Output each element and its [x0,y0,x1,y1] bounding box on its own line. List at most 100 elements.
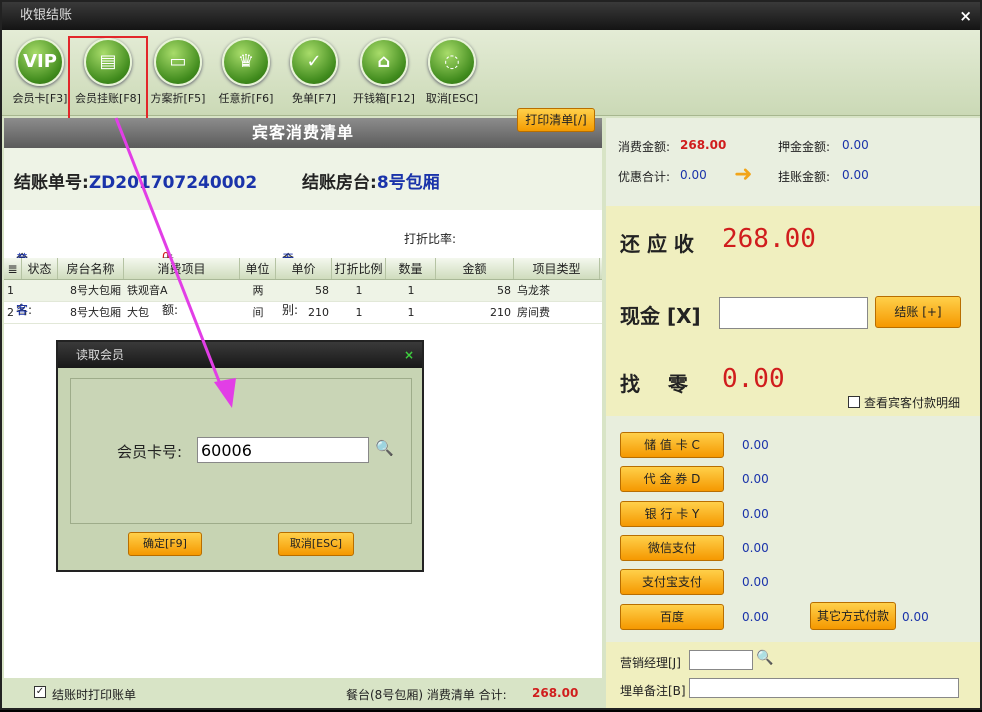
cell-status [22,280,58,301]
cell-amount: 210 [490,306,511,319]
bill-number: ZD201707240002 [88,173,258,193]
receivable-label: 还 应 收 [620,232,694,256]
table-header: ≣ 状态 房台名称 消费项目 单位 单价 打折比例 数量 金额 项目类型 [4,258,602,280]
free-bill-button[interactable]: ✓ 免单[F7] [278,38,350,106]
note-label: 埋单备注[B] [620,684,686,698]
col-room: 房台名称 [58,258,124,279]
confirm-button[interactable]: 确定[F9] [128,532,202,556]
bill-number-label: 结账单号: [14,173,89,193]
view-detail-label: 查看宾客付款明细 [864,396,961,410]
wechat-pay-button[interactable]: 微信支付 [620,535,724,561]
cell-amount: 58 [497,284,511,297]
loading-icon: ◌ [428,38,476,86]
cash-input[interactable] [719,297,868,329]
cancel-toolbar-label: 取消[ESC] [425,92,479,105]
search-icon[interactable]: 🔍 [375,439,394,457]
plan-discount-label: 方案折[F5] [150,92,206,105]
cell-item: 铁观音A [127,284,168,297]
open-cashbox-label: 开钱箱[F12] [353,92,415,105]
cell-quantity: 1 [407,306,415,319]
payment-methods: 储 值 卡 C 0.00 代 金 券 D 0.00 银 行 卡 Y 0.00 微… [606,416,980,642]
cell-room: 8号大包厢 [70,284,121,297]
wechat-pay-amount: 0.00 [742,541,769,555]
bank-card-button[interactable]: 银 行 卡 Y [620,501,724,527]
cancel-toolbar-button[interactable]: ◌ 取消[ESC] [416,38,488,106]
cell-unit: 两 [252,284,264,297]
print-list-button[interactable]: 打印清单[/] [517,108,595,132]
dialog-title-bar: 读取会员 × [58,342,422,368]
other-payment-button[interactable]: 其它方式付款 [810,602,896,630]
alipay-button[interactable]: 支付宝支付 [620,569,724,595]
table-row[interactable]: 2 8号大包厢 大包 间 210 1 1 210 房间费 [4,302,602,324]
search-icon[interactable]: 🔍 [756,650,773,666]
cell-index: 2 [7,306,14,319]
dialog-cancel-button[interactable]: 取消[ESC] [278,532,354,556]
view-detail-checkbox[interactable] [848,396,860,408]
note-input[interactable] [689,678,959,698]
col-amount: 金额 [436,258,514,279]
read-member-dialog: 读取会员 × 会员卡号: 🔍 确定[F9] 取消[ESC] [56,340,424,572]
plan-discount-button[interactable]: ▭ 方案折[F5] [142,38,214,106]
discount-total-amount: 0.00 [680,168,707,182]
checkout-button[interactable]: 结账 [+] [875,296,961,328]
dialog-title: 读取会员 [76,348,125,362]
col-type: 项目类型 [514,258,600,279]
settlement-section: 还 应 收 268.00 现金 [X] 结账 [+] 找 零 0.00 查看宾客… [606,206,980,416]
bill-header: 宾客消费清单 [4,118,602,148]
manager-input[interactable] [689,650,753,670]
table-row[interactable]: 1 8号大包厢 铁观音A 两 58 1 1 58 乌龙茶 [4,280,602,302]
consume-amount: 268.00 [680,138,727,152]
bill-table: ≣ 状态 房台名称 消费项目 单位 单价 打折比例 数量 金额 项目类型 1 8… [4,258,602,324]
change-label: 找 零 [620,372,688,396]
open-cashbox-button[interactable]: ⌂ 开钱箱[F12] [348,38,420,106]
free-bill-label: 免单[F7] [292,92,336,105]
checkout-window: 收银结账 × VIP 会员卡[F3] ▤ 会员挂账[F8] ▭ 方案折[F5] … [0,0,982,710]
stored-value-card-amount: 0.00 [742,438,769,452]
bill-number-row: 结账单号:ZD201707240002 [14,168,257,193]
cell-unit: 间 [252,306,264,319]
payment-panel: 消费金额: 268.00 押金金额: 0.00 优惠合计: 0.00 ➜ 挂账金… [606,118,980,708]
print-on-checkout-label: 结账时打印账单 [52,688,137,702]
baidu-pay-button[interactable]: 百度 [620,604,724,630]
discount-total-label: 优惠合计: [618,170,671,184]
dialog-body: 会员卡号: 🔍 [70,378,412,524]
voucher-button[interactable]: 代 金 券 D [620,466,724,492]
stored-value-card-button[interactable]: 储 值 卡 C [620,432,724,458]
receivable-amount: 268.00 [722,224,816,254]
cell-price: 210 [308,306,329,319]
bank-card-amount: 0.00 [742,507,769,521]
title-bar: 收银结账 × [2,2,980,30]
amount-summary: 消费金额: 268.00 押金金额: 0.00 优惠合计: 0.00 ➜ 挂账金… [606,118,980,206]
cell-discount: 1 [355,306,363,319]
custom-discount-button[interactable]: ♛ 任意折[F6] [210,38,282,106]
bill-extra: 营销经理[J] 🔍 埋单备注[B] [606,642,980,708]
col-unit: 单位 [240,258,276,279]
vip-icon: VIP [16,38,64,86]
cell-item: 大包 [127,306,149,319]
member-card-button[interactable]: VIP 会员卡[F3] [4,38,76,106]
highlight-box [68,36,148,120]
credit-amount: 0.00 [842,168,869,182]
cell-discount: 1 [355,284,363,297]
arrow-right-icon: ➜ [734,162,753,187]
dialog-close-icon[interactable]: × [404,342,414,368]
bill-footer: ✓ 结账时打印账单 餐台(8号包厢) 消费清单 合计: 268.00 [4,680,602,708]
member-card-number-input[interactable] [197,437,369,463]
voucher-amount: 0.00 [742,472,769,486]
print-on-checkout-checkbox[interactable]: ✓ [34,686,46,698]
member-info: 会员姓名:普通宾客 卡内余额:0 会员级别:无 打折比率: [4,210,602,317]
member-card-number-label: 会员卡号: [117,443,183,461]
col-select[interactable]: ≣ [4,258,22,279]
col-status: 状态 [22,258,58,279]
toolbar: VIP 会员卡[F3] ▤ 会员挂账[F8] ▭ 方案折[F5] ♛ 任意折[F… [2,30,980,116]
other-payment-amount: 0.00 [902,610,929,624]
consume-label: 消费金额: [618,140,671,154]
col-discount: 打折比例 [332,258,386,279]
close-icon[interactable]: × [959,2,972,30]
cash-label: 现金 [X] [620,304,701,328]
window-title: 收银结账 [20,8,73,23]
clipboard-check-icon: ✓ [290,38,338,86]
footer-total: 268.00 [532,686,579,700]
crown-icon: ♛ [222,38,270,86]
cell-price: 58 [315,284,329,297]
